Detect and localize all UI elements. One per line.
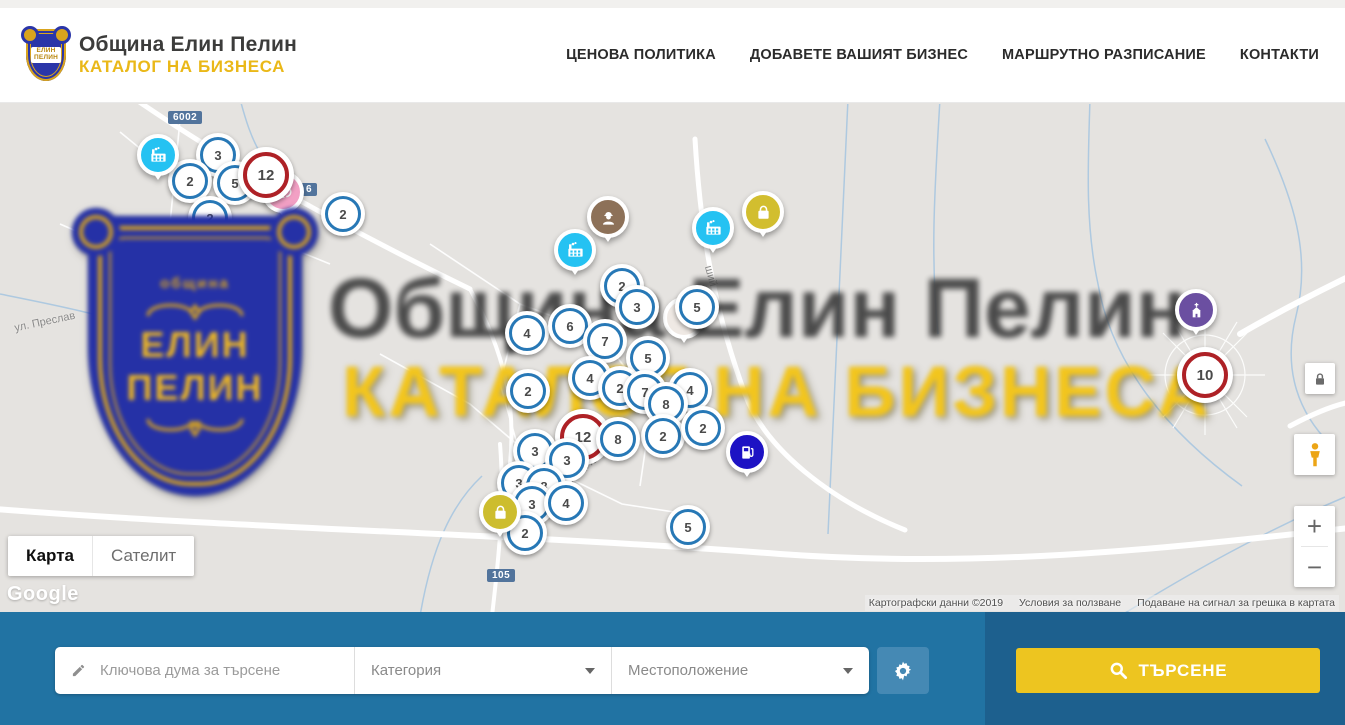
emblem-small-text: община [160, 275, 230, 292]
church-pin-marker[interactable] [1175, 289, 1217, 331]
category-select[interactable]: Категория [355, 647, 612, 694]
attribution-report-link[interactable]: Подаване на сигнал за грешка в картата [1137, 597, 1335, 609]
bag-pin-marker[interactable] [479, 491, 521, 533]
site-logo[interactable]: ЕЛИН ПЕЛИН Община Елин Пелин КАТАЛОГ НА … [26, 29, 297, 81]
cluster-marker[interactable]: 2 [681, 406, 725, 450]
emblem-ornament-top [140, 296, 250, 322]
lock-icon [1312, 371, 1328, 387]
cluster-marker[interactable]: 5 [675, 285, 719, 329]
pencil-icon [71, 662, 86, 679]
emblem-curl-left [72, 208, 120, 256]
attribution-copyright: Картографски данни ©2019 [869, 597, 1003, 609]
page: ЕЛИН ПЕЛИН Община Елин Пелин КАТАЛОГ НА … [0, 0, 1345, 725]
cluster-marker[interactable]: 3 [615, 285, 659, 329]
map-attribution: Картографски данни ©2019 Условия за полз… [865, 595, 1339, 611]
google-logo[interactable]: Google [7, 583, 79, 606]
zoom-control: + − [1294, 506, 1335, 587]
map-type-control: Карта Сателит [8, 536, 194, 576]
header: ЕЛИН ПЕЛИН Община Елин Пелин КАТАЛОГ НА … [0, 8, 1345, 103]
gear-icon [892, 660, 914, 682]
search-submit-label: ТЪРСЕНЕ [1139, 661, 1228, 681]
chevron-down-icon [843, 668, 853, 674]
cluster-marker[interactable]: 4 [544, 481, 588, 525]
watermark-municipal-emblem: община ЕЛИН ПЕЛИН [88, 216, 302, 496]
zoom-out-button[interactable]: − [1294, 547, 1335, 587]
cluster-marker[interactable]: 2 [321, 192, 365, 236]
location-select[interactable]: Местоположение [612, 647, 869, 694]
keyword-field [55, 647, 355, 694]
factory-pin-marker[interactable] [692, 207, 734, 249]
cluster-marker[interactable]: 2 [641, 414, 685, 458]
cluster-marker[interactable]: 12 [238, 147, 294, 203]
search-icon [1109, 661, 1128, 680]
emblem-name-line2: ПЕЛИН [34, 55, 58, 62]
cluster-marker[interactable]: 10 [1177, 347, 1233, 403]
chevron-down-icon [585, 668, 595, 674]
keyword-search-input[interactable] [98, 661, 338, 680]
cluster-marker[interactable]: 4 [505, 311, 549, 355]
top-strip [0, 0, 1345, 8]
main-nav: ЦЕНОВА ПОЛИТИКА ДОБАВЕТЕ ВАШИЯТ БИЗНЕС М… [566, 47, 1319, 63]
location-select-label: Местоположение [628, 662, 748, 679]
site-title: Община Елин Пелин [79, 33, 297, 57]
attribution-terms-link[interactable]: Условия за ползване [1019, 597, 1121, 609]
nav-pricing[interactable]: ЦЕНОВА ПОЛИТИКА [566, 47, 716, 63]
nav-transport-schedule[interactable]: МАРШРУТНО РАЗПИСАНИЕ [1002, 47, 1206, 63]
nav-contacts[interactable]: КОНТАКТИ [1240, 47, 1319, 63]
emblem-curl-right [270, 208, 318, 256]
search-bar: Категория Местоположение ТЪРСЕНЕ [0, 612, 1345, 725]
zoom-in-button[interactable]: + [1294, 506, 1335, 546]
advanced-search-button[interactable] [877, 647, 929, 694]
emblem-name-line1: ЕЛИН [140, 326, 249, 365]
emblem-name-line2: ПЕЛИН [126, 369, 263, 408]
route-badge: 6002 [168, 111, 202, 124]
category-select-label: Категория [371, 662, 441, 679]
nav-add-business[interactable]: ДОБАВЕТЕ ВАШИЯТ БИЗНЕС [750, 47, 968, 63]
watermark-title: Община Елин Пелин [328, 260, 1186, 357]
site-subtitle: КАТАЛОГ НА БИЗНЕСА [79, 57, 297, 77]
municipal-emblem-icon: ЕЛИН ПЕЛИН [26, 29, 66, 81]
cluster-marker[interactable]: 8 [596, 417, 640, 461]
factory-pin-marker[interactable] [137, 134, 179, 176]
google-map[interactable]: 3251222235467542274822128333834521060026… [0, 104, 1345, 612]
cluster-marker[interactable]: 2 [506, 369, 550, 413]
factory-pin-marker[interactable] [554, 229, 596, 271]
cluster-marker[interactable]: 5 [666, 505, 710, 549]
map-type-satellite-button[interactable]: Сателит [92, 536, 194, 576]
bag-pin-marker[interactable] [742, 191, 784, 233]
emblem-ornament-bottom [140, 411, 250, 437]
map-type-map-button[interactable]: Карта [8, 536, 92, 576]
lock-button[interactable] [1305, 363, 1335, 394]
watermark-subtitle: КАТАЛОГ НА БИЗНЕСА [342, 352, 1211, 433]
search-submit-button[interactable]: ТЪРСЕНЕ [1016, 648, 1320, 693]
street-view-pegman-button[interactable] [1294, 434, 1335, 475]
fuel-pin-marker[interactable] [726, 431, 768, 473]
search-fields: Категория Местоположение [55, 647, 869, 694]
pegman-icon [1304, 442, 1326, 468]
route-badge: 105 [487, 569, 515, 582]
